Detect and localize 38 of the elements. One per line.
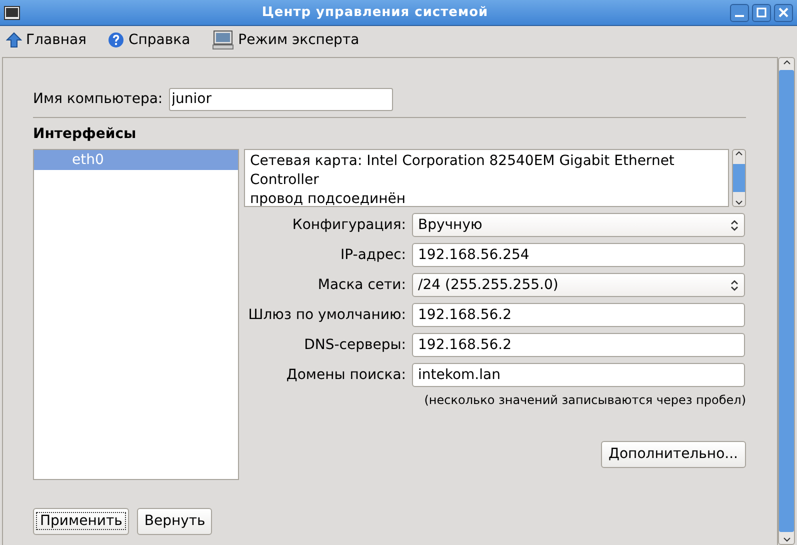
toolbar-button[interactable]: Режим эксперта <box>212 30 360 50</box>
field-label: Домены поиска: <box>285 366 406 384</box>
text-field[interactable]: 192.168.56.2 <box>412 303 745 327</box>
maximize-button[interactable] <box>752 4 771 22</box>
action-button[interactable]: Применить <box>33 508 130 535</box>
window-icon <box>4 6 20 20</box>
dropdown[interactable]: Вручную <box>412 213 745 237</box>
computer-name-field[interactable]: junior <box>168 88 393 110</box>
text-field[interactable]: 192.168.56.254 <box>412 243 745 267</box>
close-icon <box>778 7 789 18</box>
updown-caret-icon <box>730 278 739 292</box>
description-text: провод подсоединён <box>250 190 407 206</box>
toolbar-button[interactable]: Главная <box>6 30 86 50</box>
updown-caret-icon <box>730 218 739 232</box>
field-label: Шлюз по умолчанию: <box>247 306 406 324</box>
text-field[interactable]: 192.168.56.2 <box>412 333 745 357</box>
minimize-icon <box>735 15 744 17</box>
monitor-icon <box>212 30 234 50</box>
action-button[interactable]: Вернуть <box>137 508 212 535</box>
field-label: DNS-серверы: <box>303 336 406 354</box>
minimize-button[interactable] <box>730 4 749 22</box>
field-label: Имя компьютера: <box>33 90 163 108</box>
maximize-icon <box>756 7 767 18</box>
toolbar-button[interactable]: Справка <box>108 30 190 50</box>
close-button[interactable] <box>774 4 793 22</box>
hint-text: (несколько значений записываются через пробел) <box>424 392 746 409</box>
window-title: Центр управления системой <box>260 4 490 22</box>
dropdown[interactable]: /24 (255.255.255.0) <box>412 273 745 297</box>
section-title: Интерфейсы <box>33 125 138 144</box>
advanced-button[interactable]: Дополнительно... <box>600 441 746 468</box>
field-label: IP-адрес: <box>340 246 406 264</box>
up-arrow-icon <box>6 32 22 48</box>
scrollbar[interactable] <box>778 57 795 545</box>
help-icon <box>108 32 124 48</box>
field-label: Конфигурация: <box>291 216 406 234</box>
text-field[interactable]: intekom.lan <box>412 363 745 387</box>
scrollbar[interactable] <box>732 149 746 207</box>
field-label: Маска сети: <box>316 276 406 294</box>
